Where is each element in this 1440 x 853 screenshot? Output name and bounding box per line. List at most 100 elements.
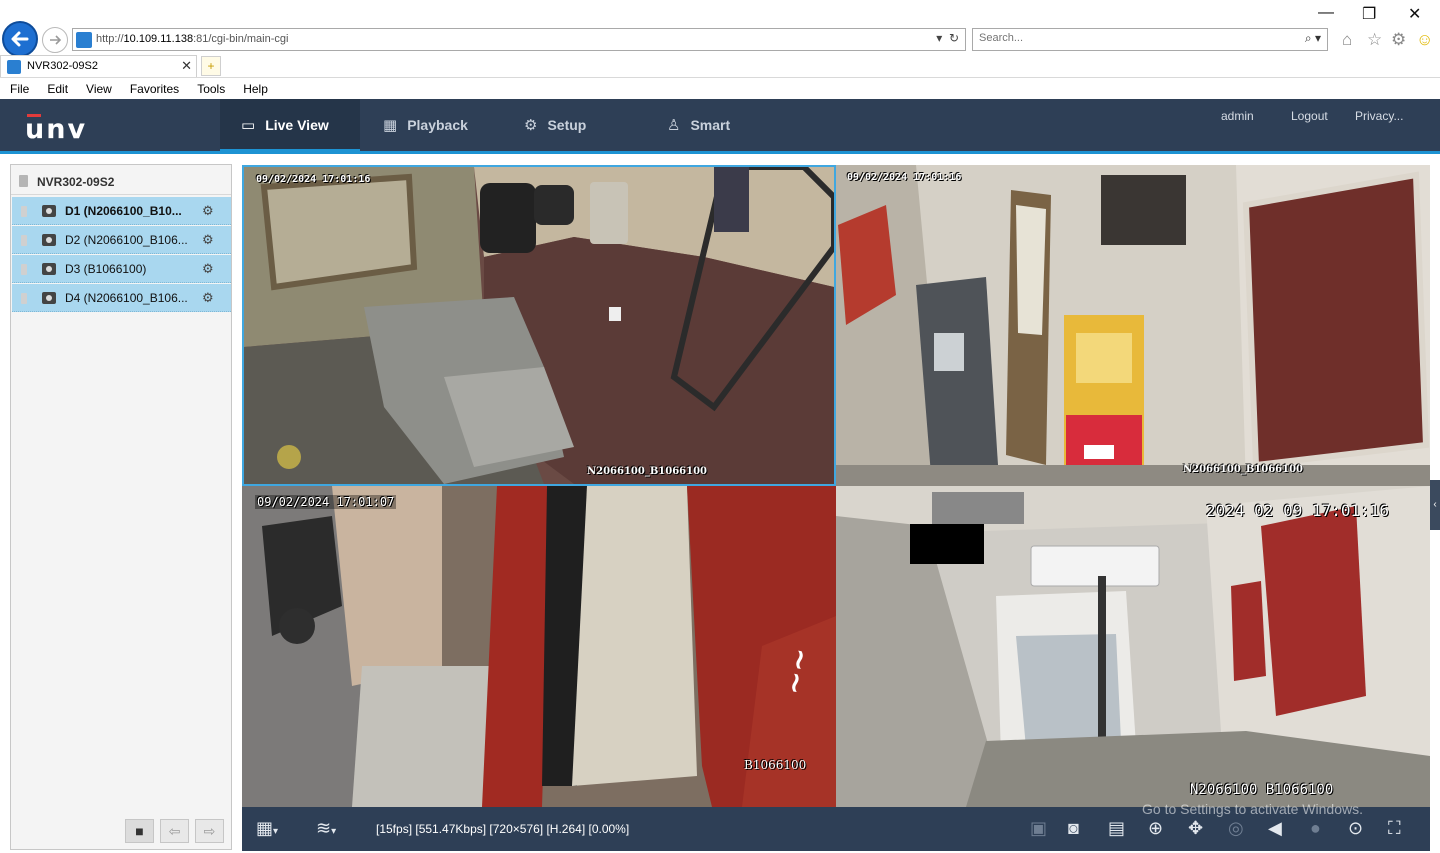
camera-icon <box>42 234 56 246</box>
menu-tools[interactable]: Tools <box>187 80 233 98</box>
next-page-button[interactable]: ⇨ <box>195 819 224 843</box>
tab-playback[interactable]: ▦ Playback <box>383 99 468 151</box>
record-settings-icon[interactable]: ⚙ <box>202 232 214 248</box>
camera-icon <box>42 205 56 217</box>
camera-feed-d4 <box>836 486 1430 807</box>
talk-button[interactable]: ● <box>1310 818 1321 839</box>
stop-all-button[interactable]: ■ <box>125 819 154 843</box>
unv-logo-icon: unv <box>25 114 85 145</box>
new-tab-button[interactable]: + <box>201 56 221 76</box>
record-button[interactable]: ▤ <box>1108 818 1125 839</box>
address-url[interactable]: http://10.109.11.138:81/cgi-bin/main-cgi <box>96 33 288 45</box>
channel-item-d4[interactable]: D4 (N2066100_B106... ⚙ <box>12 284 231 312</box>
tab-favicon-icon <box>7 60 21 74</box>
browser-tab[interactable]: NVR302-09S2 ✕ <box>0 55 197 77</box>
minimize-icon[interactable]: — <box>1318 4 1334 22</box>
address-bar[interactable]: http://10.109.11.138:81/cgi-bin/main-cgi… <box>72 28 966 51</box>
camera-name-overlay: N2066100_B1066100 <box>587 466 708 477</box>
logout-link[interactable]: Logout <box>1291 109 1328 123</box>
arrow-right-icon <box>50 35 62 45</box>
menu-bar: File Edit View Favorites Tools Help <box>0 80 276 98</box>
close-icon[interactable]: ✕ <box>1408 4 1421 24</box>
video-pane-d1[interactable]: 09/02/2024 17:01:16 N2066100_B1066100 <box>242 165 836 486</box>
status-pip-icon <box>21 264 27 275</box>
channel-item-d2[interactable]: D2 (N2066100_B106... ⚙ <box>12 226 231 254</box>
app-header: unv ▭ Live View ▦ Playback ⚙ Setup ♙ Sma… <box>0 99 1440 154</box>
channel-label: D2 (N2066100_B106... <box>65 233 188 247</box>
chevron-down-icon: ▾ <box>331 826 337 837</box>
stream-icon: ≋ <box>316 818 332 838</box>
search-icon[interactable]: ⌕ ▾ <box>1305 31 1321 46</box>
ptz-icon: ✥ <box>1188 818 1204 838</box>
user-name: admin <box>1221 109 1254 123</box>
stop-icon: ■ <box>135 823 144 839</box>
channel-item-d1[interactable]: D1 (N2066100_B10... ⚙ <box>12 197 231 225</box>
snapshot-button[interactable]: ◙ <box>1068 818 1079 839</box>
speaker-icon: ◀ <box>1268 818 1282 838</box>
menu-file[interactable]: File <box>0 80 37 98</box>
video-pane-d4[interactable]: 2024 02 09 17:01:16 N2066100 B1066100 <box>836 486 1430 807</box>
layout-grid-button[interactable]: ▦▾ <box>256 818 278 839</box>
device-node[interactable]: NVR302-09S2 <box>11 165 231 195</box>
search-input[interactable] <box>979 32 1279 44</box>
tab-close-icon[interactable]: ✕ <box>181 58 192 74</box>
channel-label: D3 (B1066100) <box>65 262 147 276</box>
record-settings-icon[interactable]: ⚙ <box>202 261 214 277</box>
star-icon[interactable]: ☆ <box>1367 30 1382 50</box>
live-video-grid: 09/02/2024 17:01:16 N2066100_B1066100 09… <box>242 165 1430 807</box>
arrow-right-icon: ⇨ <box>203 822 216 839</box>
smiley-icon[interactable]: ☺ <box>1416 30 1433 50</box>
sidebar-controls: ■ ⇦ ⇨ <box>125 819 224 843</box>
digital-zoom-button[interactable]: ⊕ <box>1148 818 1163 839</box>
stream-status: [15fps] [551.47Kbps] [720×576] [H.264] [… <box>376 822 630 836</box>
windows-activation-watermark: Go to Settings to activate Windows. <box>1142 801 1363 817</box>
menu-help[interactable]: Help <box>233 80 276 98</box>
tab-live-view[interactable]: ▭ Live View <box>220 99 360 151</box>
tab-playback-label: Playback <box>407 117 468 133</box>
chevron-down-icon: ▾ <box>273 826 279 837</box>
forward-button[interactable] <box>42 27 68 53</box>
clapper-icon: ▤ <box>1108 818 1126 838</box>
video-pane-d3[interactable]: ~~ 09/02/2024 17:01:07 B1066100 <box>242 486 836 807</box>
zoom-3d-button[interactable]: ⊙ <box>1348 818 1363 839</box>
menu-edit[interactable]: Edit <box>37 80 76 98</box>
privacy-link[interactable]: Privacy... <box>1355 109 1403 123</box>
brand-logo: unv <box>25 112 89 149</box>
fullscreen-button[interactable]: ⛶ <box>1388 818 1401 839</box>
channel-item-d3[interactable]: D3 (B1066100) ⚙ <box>12 255 231 283</box>
refresh-icon[interactable]: ▾ ↻ <box>936 31 959 45</box>
camera-feed-d1 <box>244 167 834 484</box>
ptz-button[interactable]: ✥ <box>1188 818 1203 839</box>
restore-icon[interactable]: ❐ <box>1362 4 1376 24</box>
gear-icon[interactable]: ⚙ <box>1391 30 1406 50</box>
video-timestamp: 09/02/2024 17:01:07 <box>255 495 397 509</box>
camera-feed-d2 <box>836 165 1430 486</box>
collapse-panel-handle[interactable]: ‹ <box>1430 480 1440 530</box>
audio-button[interactable]: ◀ <box>1268 818 1282 839</box>
camera-name-overlay: B1066100 <box>744 758 807 772</box>
image-button[interactable]: ◎ <box>1228 818 1244 839</box>
record-settings-icon[interactable]: ⚙ <box>202 290 214 306</box>
tab-smart[interactable]: ♙ Smart <box>667 99 730 151</box>
channel-sidebar: NVR302-09S2 D1 (N2066100_B10... ⚙ D2 (N2… <box>10 164 232 850</box>
aspect-ratio-button[interactable]: ▣ <box>1030 818 1047 839</box>
record-settings-icon[interactable]: ⚙ <box>202 203 214 219</box>
zoom-icon: ⊕ <box>1148 818 1164 838</box>
video-timestamp: 09/02/2024 17:01:16 <box>256 174 371 185</box>
chevron-left-icon: ‹ <box>1433 499 1437 510</box>
stream-select-button[interactable]: ≋▾ <box>316 818 336 839</box>
prev-page-button[interactable]: ⇦ <box>160 819 189 843</box>
menu-view[interactable]: View <box>76 80 120 98</box>
menu-favorites[interactable]: Favorites <box>120 80 187 98</box>
film-icon: ▦ <box>383 117 398 134</box>
video-pane-d2[interactable]: 09/02/2024 17:01:16 N2066100_B1066100 <box>836 165 1430 486</box>
status-pip-icon <box>21 206 27 217</box>
aspect-icon: ▣ <box>1030 818 1048 838</box>
gear-icon: ⚙ <box>524 117 538 134</box>
search-box[interactable]: ⌕ ▾ <box>972 28 1328 51</box>
home-icon[interactable]: ⌂ <box>1342 30 1352 50</box>
back-button[interactable] <box>2 21 38 57</box>
tab-setup[interactable]: ⚙ Setup <box>524 99 586 151</box>
tab-title: NVR302-09S2 <box>27 60 98 72</box>
header-divider <box>0 151 1440 154</box>
